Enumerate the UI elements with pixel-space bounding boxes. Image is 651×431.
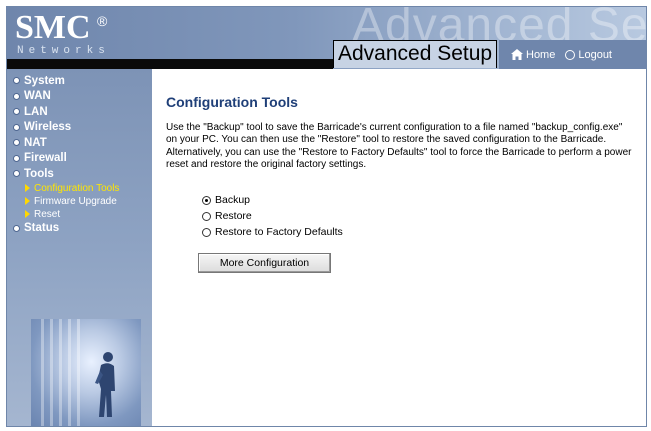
logout-link[interactable]: Logout (565, 49, 612, 61)
bullet-icon (13, 77, 20, 85)
bullet-icon (13, 123, 20, 131)
sidebar-item-wan[interactable]: WAN (7, 89, 152, 105)
home-label: Home (526, 48, 556, 61)
sidebar-item-lan[interactable]: LAN (7, 104, 152, 120)
tools-submenu: Configuration Tools Firmware Upgrade Res… (7, 182, 152, 221)
submenu-reset[interactable]: Reset (7, 208, 152, 221)
radio-button[interactable] (202, 211, 211, 221)
radio-button[interactable] (202, 227, 211, 237)
sidebar-item-firewall[interactable]: Firewall (7, 151, 152, 167)
bullet-icon (13, 154, 20, 162)
bullet-icon (13, 170, 20, 178)
smc-logo: SMC (15, 9, 91, 46)
submenu-configuration-tools[interactable]: Configuration Tools (7, 182, 152, 195)
bullet-icon (13, 224, 20, 232)
sidebar-item-nat[interactable]: NAT (7, 135, 152, 151)
sidebar: System WAN LAN Wireless NAT Firewall Too… (7, 69, 152, 426)
triangle-right-icon (25, 210, 30, 218)
main-content: Configuration Tools Use the "Backup" too… (152, 69, 646, 426)
sidebar-item-wireless[interactable]: Wireless (7, 120, 152, 136)
logout-label: Logout (578, 48, 612, 61)
header: SMC ® Networks Advanced Setup Advanced S… (7, 7, 646, 69)
sidebar-item-status[interactable]: Status (7, 221, 152, 237)
sidebar-item-tools[interactable]: Tools (7, 166, 152, 182)
header-bar (7, 59, 333, 69)
logo-subtitle: Networks (17, 45, 110, 57)
bullet-icon (13, 92, 20, 100)
page-section-title: Advanced Setup (333, 40, 498, 68)
registered-mark: ® (97, 13, 108, 29)
option-backup[interactable]: Backup (202, 194, 250, 206)
triangle-right-icon (25, 197, 30, 205)
sidebar-item-system[interactable]: System (7, 73, 152, 89)
more-configuration-button[interactable]: More Configuration (198, 253, 331, 273)
app-frame: SMC ® Networks Advanced Setup Advanced S… (6, 6, 647, 427)
header-nav: Home Logout (499, 40, 646, 69)
bullet-icon (13, 139, 20, 147)
logout-icon (565, 49, 576, 60)
bullet-icon (13, 108, 20, 116)
decorative-photo (31, 319, 141, 426)
submenu-firmware-upgrade[interactable]: Firmware Upgrade (7, 195, 152, 208)
triangle-right-icon (25, 184, 30, 192)
home-link[interactable]: Home (511, 49, 555, 61)
home-icon (511, 49, 523, 60)
person-figure-icon (95, 352, 115, 417)
page-title: Configuration Tools (166, 94, 298, 110)
radio-button[interactable] (202, 195, 211, 205)
description-text: Use the "Backup" tool to save the Barric… (166, 122, 632, 170)
option-restore-factory-defaults[interactable]: Restore to Factory Defaults (202, 226, 343, 238)
option-restore[interactable]: Restore (202, 210, 252, 222)
